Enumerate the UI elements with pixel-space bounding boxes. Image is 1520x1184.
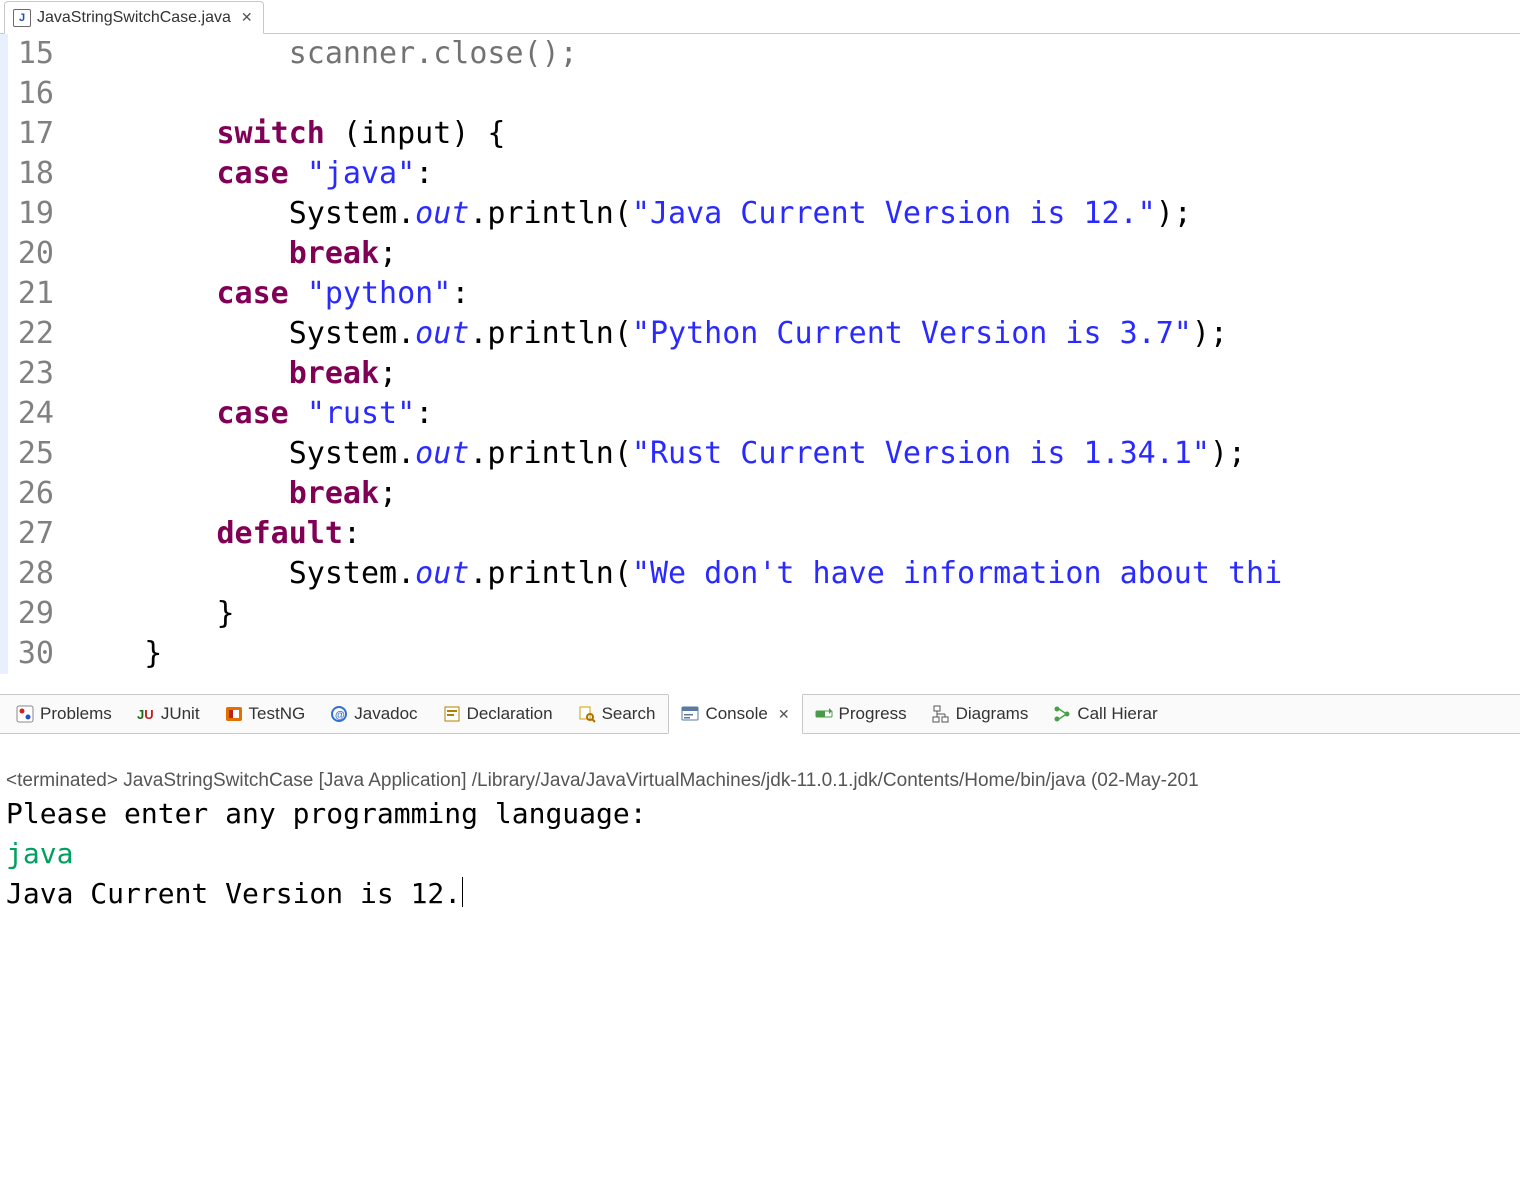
code-content[interactable]: } — [72, 594, 235, 634]
svg-text:@: @ — [335, 710, 345, 721]
text-cursor — [462, 877, 463, 907]
code-content[interactable]: System.out.println("Python Current Versi… — [72, 314, 1228, 354]
code-line[interactable]: 18 case "java": — [0, 154, 1520, 194]
code-line[interactable]: 16 — [0, 74, 1520, 114]
code-content[interactable]: switch (input) { — [72, 114, 506, 154]
editor-tab[interactable]: J JavaStringSwitchCase.java ✕ — [4, 1, 264, 34]
java-file-icon: J — [13, 9, 31, 27]
testng-icon — [225, 705, 243, 723]
code-line[interactable]: 28 System.out.println("We don't have inf… — [0, 554, 1520, 594]
code-content[interactable]: case "rust": — [72, 394, 433, 434]
line-number: 16 — [0, 74, 72, 114]
view-tab-javadoc[interactable]: @ Javadoc — [318, 695, 430, 733]
line-number: 24 — [0, 394, 72, 434]
line-number: 23 — [0, 354, 72, 394]
console-line: java — [6, 834, 1514, 874]
close-icon[interactable]: ✕ — [241, 9, 253, 26]
svg-text:JU: JU — [137, 707, 154, 722]
code-line[interactable]: 22 System.out.println("Python Current Ve… — [0, 314, 1520, 354]
code-content[interactable]: System.out.println("Rust Current Version… — [72, 434, 1246, 474]
line-number: 19 — [0, 194, 72, 234]
view-tab-label: JUnit — [161, 704, 200, 724]
code-editor[interactable]: 15 scanner.close();1617 switch (input) {… — [0, 34, 1520, 694]
code-line[interactable]: 17 switch (input) { — [0, 114, 1520, 154]
progress-icon — [815, 705, 833, 723]
line-number: 27 — [0, 514, 72, 554]
line-number: 15 — [0, 34, 72, 74]
code-line[interactable]: 25 System.out.println("Rust Current Vers… — [0, 434, 1520, 474]
view-tab-search[interactable]: Search — [566, 695, 669, 733]
code-line[interactable]: 29 } — [0, 594, 1520, 634]
line-number: 30 — [0, 634, 72, 674]
line-number: 29 — [0, 594, 72, 634]
console-line: Java Current Version is 12. — [6, 874, 1514, 914]
view-tab-declaration[interactable]: Declaration — [431, 695, 566, 733]
console-icon — [681, 705, 699, 723]
line-number: 18 — [0, 154, 72, 194]
view-tab-testng[interactable]: TestNG — [213, 695, 319, 733]
code-line[interactable]: 26 break; — [0, 474, 1520, 514]
code-content[interactable]: break; — [72, 234, 397, 274]
code-line[interactable]: 20 break; — [0, 234, 1520, 274]
declaration-icon — [443, 705, 461, 723]
code-content[interactable]: System.out.println("Java Current Version… — [72, 194, 1192, 234]
code-content[interactable]: break; — [72, 474, 397, 514]
line-number: 17 — [0, 114, 72, 154]
code-line[interactable]: 21 case "python": — [0, 274, 1520, 314]
view-tab-label: Declaration — [467, 704, 553, 724]
call-hierarchy-icon — [1053, 705, 1071, 723]
diagrams-icon — [932, 705, 950, 723]
code-content[interactable]: scanner.close(); — [72, 34, 578, 74]
code-line[interactable]: 24 case "rust": — [0, 394, 1520, 434]
line-number: 26 — [0, 474, 72, 514]
code-content[interactable]: System.out.println("We don't have inform… — [72, 554, 1282, 594]
code-content[interactable]: } — [72, 634, 162, 674]
views-bar: Problems JU JUnit TestNG @ Javadoc Declaration… — [0, 694, 1520, 734]
code-content[interactable]: default: — [72, 514, 361, 554]
view-tab-label: Problems — [40, 704, 112, 724]
view-tab-junit[interactable]: JU JUnit — [125, 695, 213, 733]
line-number: 20 — [0, 234, 72, 274]
console-view[interactable]: <terminated> JavaStringSwitchCase [Java … — [0, 734, 1520, 1184]
line-number: 21 — [0, 274, 72, 314]
view-tab-console[interactable]: Console ✕ — [668, 694, 802, 734]
view-tab-label: Progress — [839, 704, 907, 724]
code-line[interactable]: 30 } — [0, 634, 1520, 674]
javadoc-icon: @ — [330, 705, 348, 723]
view-tab-label: Diagrams — [956, 704, 1029, 724]
search-icon — [578, 705, 596, 723]
view-tab-progress[interactable]: Progress — [803, 695, 920, 733]
editor-tabbar: J JavaStringSwitchCase.java ✕ — [0, 0, 1520, 34]
view-tab-call-hierar[interactable]: Call Hierar — [1041, 695, 1170, 733]
console-line: Please enter any programming language: — [6, 794, 1514, 834]
junit-icon: JU — [137, 705, 155, 723]
view-tab-label: TestNG — [249, 704, 306, 724]
code-content[interactable]: case "java": — [72, 154, 433, 194]
view-tab-label: Search — [602, 704, 656, 724]
code-line[interactable]: 15 scanner.close(); — [0, 34, 1520, 74]
problems-icon — [16, 705, 34, 723]
code-line[interactable]: 27 default: — [0, 514, 1520, 554]
line-number: 28 — [0, 554, 72, 594]
view-tab-label: Console — [705, 704, 767, 724]
view-tab-diagrams[interactable]: Diagrams — [920, 695, 1042, 733]
code-line[interactable]: 19 System.out.println("Java Current Vers… — [0, 194, 1520, 234]
code-content[interactable]: case "python": — [72, 274, 469, 314]
view-tab-problems[interactable]: Problems — [4, 695, 125, 733]
console-status: <terminated> JavaStringSwitchCase [Java … — [6, 770, 1514, 792]
line-number: 25 — [0, 434, 72, 474]
code-line[interactable]: 23 break; — [0, 354, 1520, 394]
close-icon[interactable]: ✕ — [778, 706, 790, 723]
editor-tab-filename: JavaStringSwitchCase.java — [37, 9, 231, 27]
code-content[interactable]: break; — [72, 354, 397, 394]
view-tab-label: Javadoc — [354, 704, 417, 724]
view-tab-label: Call Hierar — [1077, 704, 1157, 724]
line-number: 22 — [0, 314, 72, 354]
